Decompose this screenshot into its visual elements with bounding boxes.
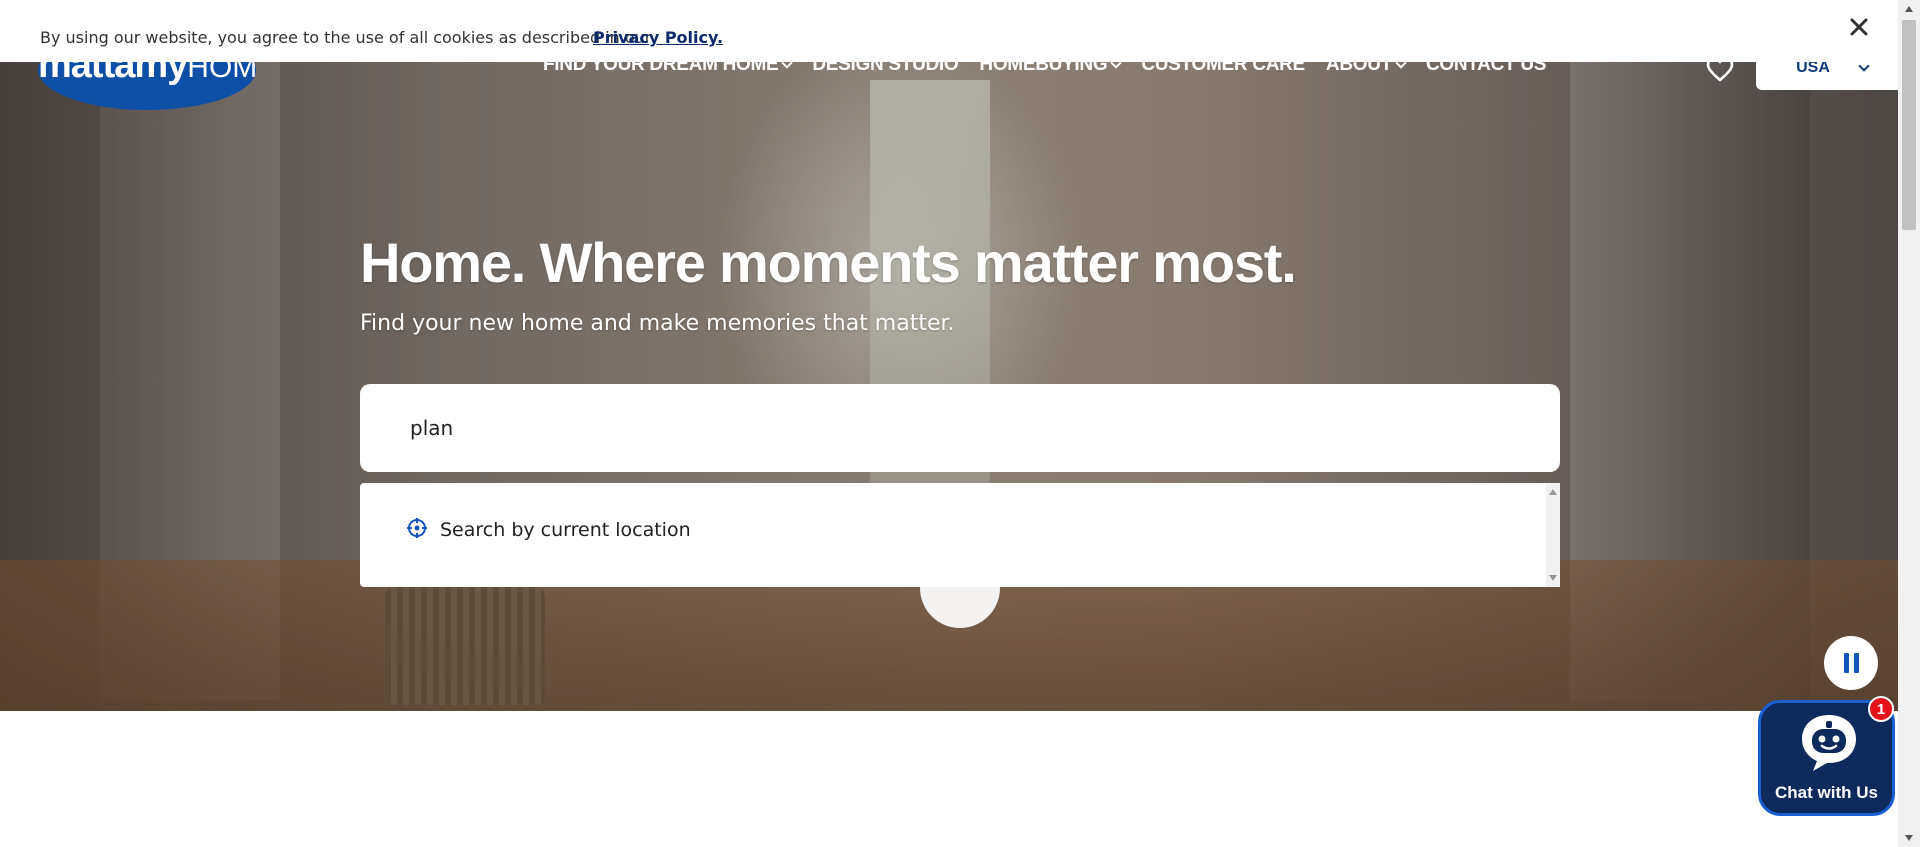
search-input[interactable] [410,416,1510,440]
search-box [360,384,1560,472]
scroll-thumb[interactable] [1902,20,1916,230]
dropdown-scrollbar[interactable] [1546,483,1560,587]
chat-notification-badge: 1 [1868,696,1894,722]
hero-subhead: Find your new home and make memories tha… [360,311,955,336]
scroll-down-icon[interactable] [1549,575,1557,581]
cookie-banner: By using our website, you agree to the u… [0,0,1898,62]
scroll-up-icon[interactable] [1905,6,1913,12]
location-crosshair-icon [406,517,428,543]
scroll-down-button[interactable] [920,548,1000,628]
suggestion-current-location[interactable]: Search by current location [406,517,691,543]
pause-icon[interactable] [1824,636,1878,690]
privacy-policy-link[interactable]: Privacy Policy. [593,28,723,47]
close-icon[interactable] [1846,14,1872,40]
hero-headline: Home. Where moments matter most. [360,231,1297,294]
scroll-up-icon[interactable] [1549,489,1557,495]
scroll-down-icon[interactable] [1905,835,1913,841]
suggestion-label: Search by current location [440,519,691,541]
chat-label: Chat with Us [1775,783,1878,802]
cookie-text: By using our website, you agree to the u… [40,28,652,47]
page-scrollbar[interactable] [1898,0,1920,847]
chatbot-icon [1797,711,1861,779]
